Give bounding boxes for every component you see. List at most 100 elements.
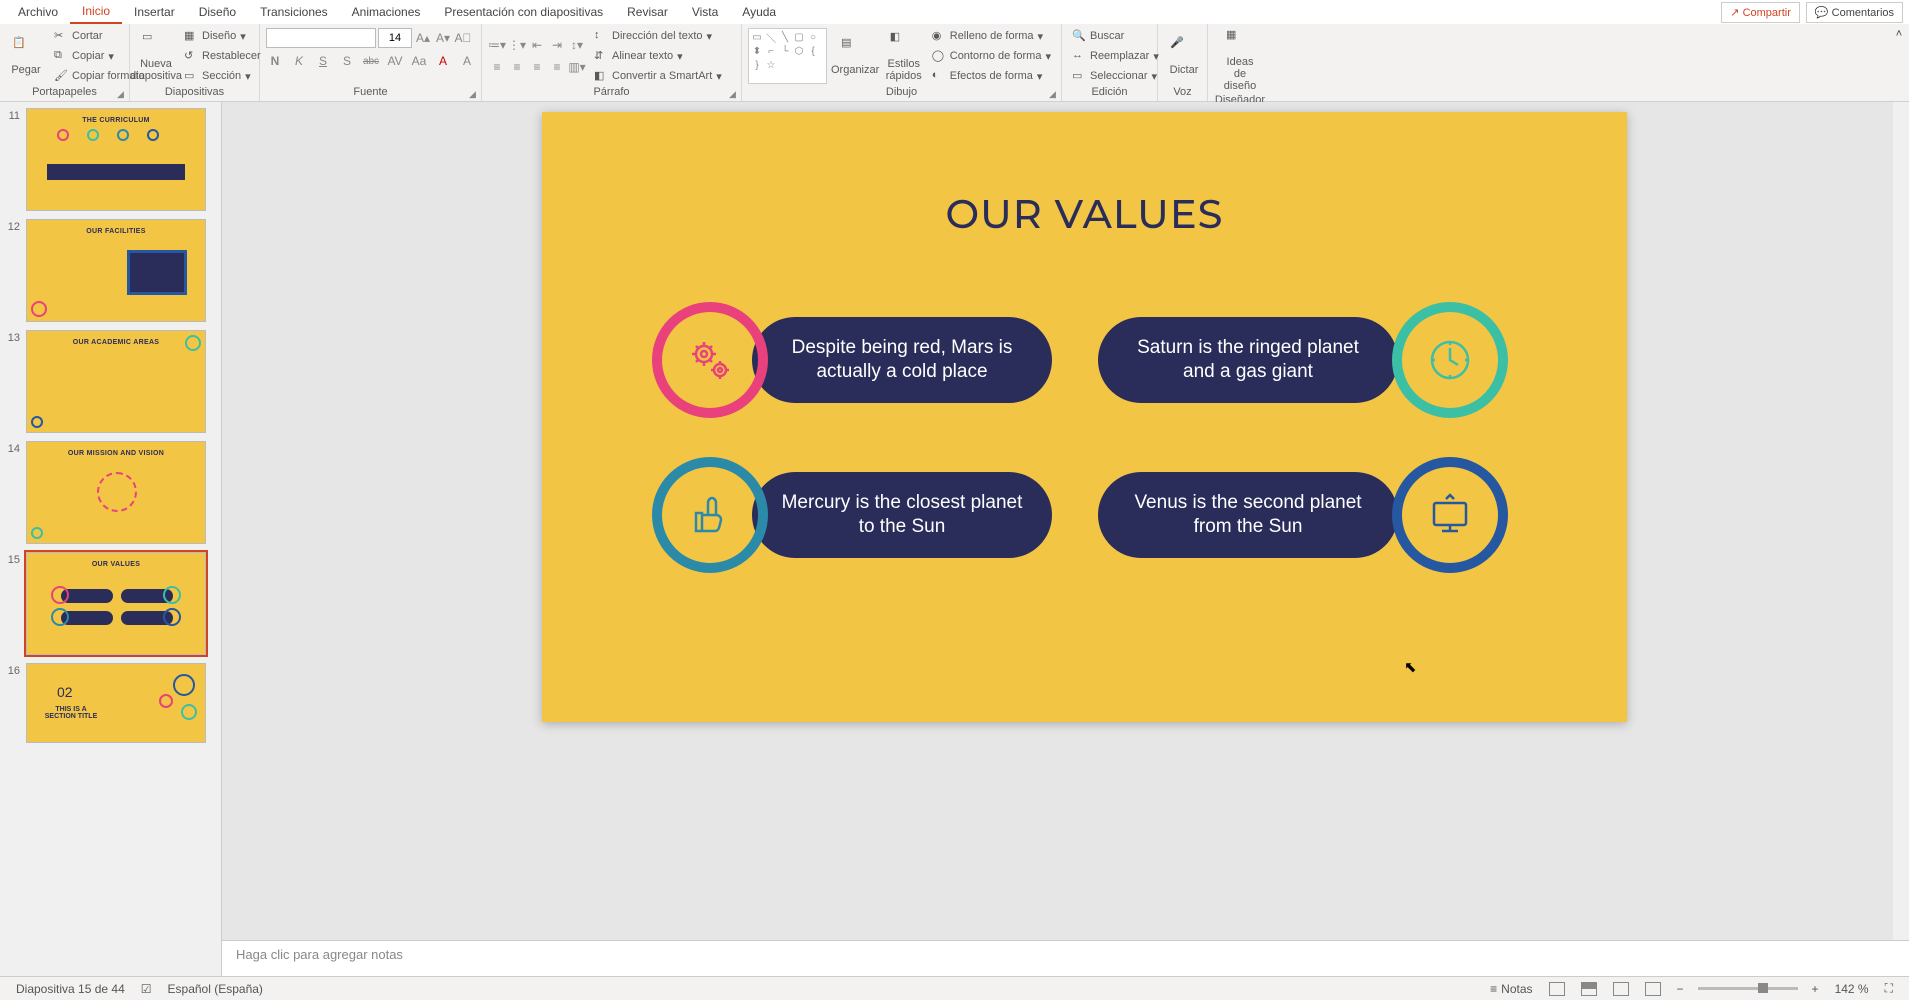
- tab-inicio[interactable]: Inicio: [70, 0, 122, 24]
- shape-outline-button[interactable]: ◯Contorno de forma ▾: [928, 47, 1055, 65]
- bold-button[interactable]: N: [266, 52, 284, 70]
- zoom-in-button[interactable]: +: [1804, 982, 1827, 996]
- ribbon: 📋 Pegar ✂Cortar ⧉Copiar ▾ 🖌Copiar format…: [0, 24, 1909, 102]
- tab-animaciones[interactable]: Animaciones: [340, 1, 433, 23]
- cursor-icon: ⬉: [1404, 658, 1417, 676]
- zoom-out-button[interactable]: −: [1669, 982, 1692, 996]
- arrange-button[interactable]: ▤Organizar: [831, 34, 880, 78]
- thumbnail-16[interactable]: 16 02 THIS IS A SECTION TITLE: [0, 661, 221, 745]
- drawing-dialog-launcher[interactable]: ◢: [1049, 89, 1059, 99]
- notes-toggle-button[interactable]: ≡ Notas: [1482, 982, 1540, 996]
- text-direction-button[interactable]: ↕Dirección del texto ▾: [590, 27, 726, 45]
- increase-font-button[interactable]: A▴: [414, 29, 432, 47]
- shape-effects-button[interactable]: ◐Efectos de forma ▾: [928, 67, 1055, 85]
- highlight-button[interactable]: A: [458, 52, 476, 70]
- strike-button[interactable]: abc: [362, 52, 380, 70]
- fit-window-button[interactable]: ⛶: [1877, 981, 1901, 996]
- thumbnail-11[interactable]: 11 THE CURRICULUM: [0, 106, 221, 213]
- reset-button[interactable]: ↺Restablecer: [180, 47, 265, 65]
- tab-revisar[interactable]: Revisar: [615, 1, 680, 23]
- language-button[interactable]: Español (España): [160, 982, 271, 996]
- smartart-button[interactable]: ◧Convertir a SmartArt ▾: [590, 67, 726, 85]
- ribbon-group-slides: ▭ Nueva diapositiva ▦Diseño ▾ ↺Restablec…: [130, 24, 260, 101]
- justify-button[interactable]: ≡: [548, 58, 566, 76]
- tab-ayuda[interactable]: Ayuda: [730, 1, 788, 23]
- thumbnail-13[interactable]: 13 OUR ACADEMIC AREAS: [0, 328, 221, 435]
- spacing-button[interactable]: AV: [386, 52, 404, 70]
- share-button[interactable]: ↗ Compartir: [1721, 2, 1800, 23]
- align-right-button[interactable]: ≡: [528, 58, 546, 76]
- align-center-button[interactable]: ≡: [508, 58, 526, 76]
- align-text-button[interactable]: ⇵Alinear texto ▾: [590, 47, 726, 65]
- design-ideas-icon: ▦: [1226, 28, 1254, 56]
- zoom-percent[interactable]: 142 %: [1827, 982, 1877, 996]
- quick-styles-button[interactable]: ◧Estilos rápidos: [884, 28, 924, 84]
- paragraph-dialog-launcher[interactable]: ◢: [729, 89, 739, 99]
- menu-bar: Archivo Inicio Insertar Diseño Transicio…: [0, 0, 1909, 24]
- thumbnail-15[interactable]: 15 OUR VALUES: [0, 550, 221, 657]
- collapse-ribbon-button[interactable]: ˄: [1889, 24, 1909, 101]
- tab-diseno[interactable]: Diseño: [187, 1, 248, 23]
- ribbon-group-drawing: ▭＼╲▢○⬍ ⌐└⬡{}☆ ▤Organizar ◧Estilos rápido…: [742, 24, 1062, 101]
- font-name-select[interactable]: [266, 28, 376, 48]
- shape-angle-icon: ⌐: [765, 45, 777, 57]
- section-button[interactable]: ▭Sección ▾: [180, 67, 265, 85]
- clear-format-button[interactable]: A⃠: [454, 29, 472, 47]
- slide-counter[interactable]: Diapositiva 15 de 44: [8, 982, 133, 996]
- editing-group-label: Edición: [1068, 86, 1151, 99]
- find-button[interactable]: 🔍Buscar: [1068, 27, 1163, 45]
- normal-view-button[interactable]: [1541, 982, 1573, 996]
- slide[interactable]: OUR VALUES Despite being red, Mars is ac…: [542, 112, 1627, 722]
- section-label: Sección: [202, 70, 241, 82]
- shadow-button[interactable]: S: [338, 52, 356, 70]
- layout-button[interactable]: ▦Diseño ▾: [180, 27, 265, 45]
- thumbnail-14[interactable]: 14 OUR MISSION AND VISION: [0, 439, 221, 546]
- case-button[interactable]: Aa: [410, 52, 428, 70]
- quick-styles-label: Estilos rápidos: [886, 58, 922, 82]
- thumb-title: OUR ACADEMIC AREAS: [27, 339, 205, 346]
- reading-view-button[interactable]: [1605, 982, 1637, 996]
- font-dialog-launcher[interactable]: ◢: [469, 89, 479, 99]
- font-color-button[interactable]: A: [434, 52, 452, 70]
- tab-insertar[interactable]: Insertar: [122, 1, 187, 23]
- align-left-button[interactable]: ≡: [488, 58, 506, 76]
- accessibility-button[interactable]: ☑: [133, 982, 160, 996]
- italic-button[interactable]: K: [290, 52, 308, 70]
- thumbnail-12[interactable]: 12 OUR FACILITIES: [0, 217, 221, 324]
- increase-indent-button[interactable]: ⇥: [548, 36, 566, 54]
- sorter-view-button[interactable]: [1573, 982, 1605, 996]
- replace-button[interactable]: ↔Reemplazar ▾: [1068, 47, 1163, 65]
- notes-toggle-label: Notas: [1501, 982, 1532, 996]
- thumbnail-panel[interactable]: 11 THE CURRICULUM 12 OUR FACILITIES 13: [0, 102, 222, 976]
- shape-fill-button[interactable]: ◉Relleno de forma ▾: [928, 27, 1055, 45]
- underline-button[interactable]: S: [314, 52, 332, 70]
- comments-button[interactable]: 💬 Comentarios: [1806, 2, 1903, 23]
- paste-button[interactable]: 📋 Pegar: [6, 34, 46, 78]
- zoom-slider[interactable]: [1698, 987, 1798, 990]
- shapes-gallery[interactable]: ▭＼╲▢○⬍ ⌐└⬡{}☆: [748, 28, 827, 84]
- dictate-button[interactable]: 🎤Dictar: [1164, 34, 1204, 78]
- clipboard-dialog-launcher[interactable]: ◢: [117, 89, 127, 99]
- tab-transiciones[interactable]: Transiciones: [248, 1, 340, 23]
- decrease-indent-button[interactable]: ⇤: [528, 36, 546, 54]
- font-size-select[interactable]: [378, 28, 412, 48]
- shape-arrow-icon: ⬍: [751, 45, 763, 57]
- slide-title[interactable]: OUR VALUES: [542, 190, 1627, 239]
- numbering-button[interactable]: ⋮▾: [508, 36, 526, 54]
- columns-button[interactable]: ▥▾: [568, 58, 586, 76]
- decrease-font-button[interactable]: A▾: [434, 29, 452, 47]
- select-button[interactable]: ▭Seleccionar ▾: [1068, 67, 1163, 85]
- line-spacing-button[interactable]: ↕▾: [568, 36, 586, 54]
- new-slide-button[interactable]: ▭ Nueva diapositiva: [136, 28, 176, 84]
- notes-pane[interactable]: Haga clic para agregar notas: [222, 940, 1909, 976]
- bullets-button[interactable]: ≔▾: [488, 36, 506, 54]
- tab-archivo[interactable]: Archivo: [6, 1, 70, 23]
- canvas-scroll[interactable]: OUR VALUES Despite being red, Mars is ac…: [222, 102, 1909, 940]
- tab-vista[interactable]: Vista: [680, 1, 730, 23]
- notes-placeholder: Haga clic para agregar notas: [236, 947, 403, 962]
- design-ideas-button[interactable]: ▦Ideas de diseño: [1214, 26, 1266, 94]
- slideshow-view-button[interactable]: [1637, 982, 1669, 996]
- vertical-scrollbar[interactable]: [1893, 102, 1909, 940]
- shape-brace-l-icon: {: [807, 45, 819, 57]
- tab-presentacion[interactable]: Presentación con diapositivas: [432, 1, 615, 23]
